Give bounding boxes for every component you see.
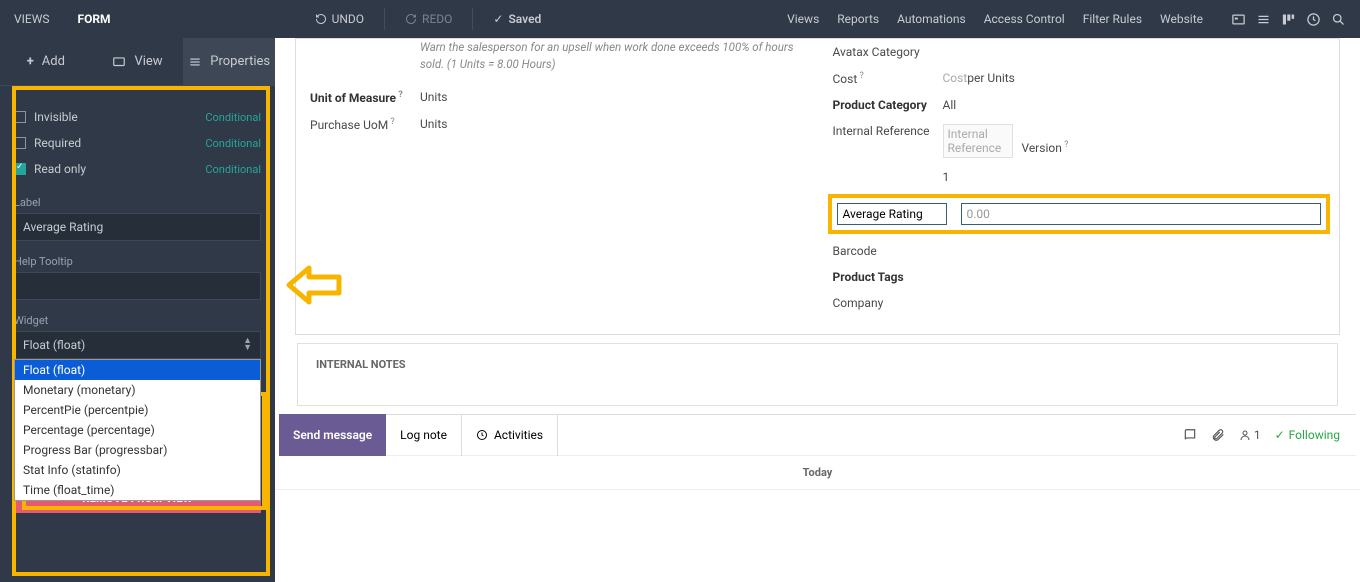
annotation-arrow [284,260,344,314]
barcode-label: Barcode [833,244,943,258]
iref-value[interactable]: Internal Reference Version ? [943,124,1326,158]
cost-value[interactable]: Costper Units [943,71,1326,86]
pcat-value[interactable]: All [943,98,1326,112]
undo-label: UNDO [332,12,364,26]
menu-access[interactable]: Access Control [984,12,1065,26]
notes-title: INTERNAL NOTES [316,358,1319,371]
clock-icon[interactable] [1306,12,1321,27]
readonly-conditional[interactable]: Conditional [205,163,261,176]
kanban-icon[interactable] [1281,12,1296,27]
search-icon[interactable] [1331,12,1346,27]
book-icon[interactable] [1183,428,1197,442]
iref-label: Internal Reference [833,124,943,158]
required-label: Required [34,136,81,150]
readonly-label: Read only [34,162,86,176]
required-conditional[interactable]: Conditional [205,137,261,150]
updown-icon: ▲▼ [243,338,252,352]
widget-field-label: Widget [14,314,261,327]
send-message-button[interactable]: Send message [279,414,386,456]
menu-reports[interactable]: Reports [837,12,879,26]
saved-indicator: ✓Saved [483,0,551,38]
option-monetary[interactable]: Monetary (monetary) [15,380,260,400]
sidetab-add[interactable]: +Add [0,38,92,85]
today-divider: Today [275,456,1360,490]
warn-text: Warn the salesperson for an upsell when … [310,39,803,74]
puom-value[interactable]: Units [420,117,803,132]
followers-count[interactable]: 1 [1239,428,1261,442]
list-icon[interactable] [1256,12,1271,27]
menu-views[interactable]: Views [787,12,819,26]
tab-form[interactable]: FORM [64,0,125,38]
invisible-conditional[interactable]: Conditional [205,111,261,124]
activities-button[interactable]: Activities [462,414,558,456]
option-time[interactable]: Time (float_time) [15,480,260,500]
saved-label: Saved [508,12,541,26]
avatax-label: Avatax Category [833,45,943,59]
sidetab-properties[interactable]: Properties [183,38,275,85]
avg-value[interactable]: 0.00 [961,203,1322,225]
tooltip-field-label: Help Tooltip [14,255,261,268]
log-note-button[interactable]: Log note [386,414,462,456]
menu-filter[interactable]: Filter Rules [1083,12,1142,26]
label-input[interactable] [14,213,261,241]
readonly-checkbox[interactable] [14,163,26,175]
puom-label: Purchase UoM ? [310,117,420,132]
avg-label[interactable]: Average Rating [837,203,947,225]
widget-dropdown: Float (float) Monetary (monetary) Percen… [14,359,261,501]
cost-label: Cost ? [833,71,943,86]
invisible-checkbox[interactable] [14,111,26,123]
option-percentage[interactable]: Percentage (percentage) [15,420,260,440]
widget-select[interactable]: Float (float)▲▼ [14,331,261,359]
attachment-icon[interactable] [1211,428,1225,442]
redo-button[interactable]: REDO [395,0,462,38]
option-statinfo[interactable]: Stat Info (statinfo) [15,460,260,480]
menu-website[interactable]: Website [1160,12,1203,26]
ptags-label: Product Tags [833,270,943,284]
company-label: Company [833,296,943,310]
one-value: 1 [943,170,1326,184]
redo-label: REDO [422,12,452,26]
option-float[interactable]: Float (float) [15,360,260,380]
card-icon[interactable] [1231,12,1246,27]
undo-button[interactable]: UNDO [305,0,374,38]
uom-value[interactable]: Units [420,90,803,105]
label-field-label: Label [14,196,261,209]
sidetab-view[interactable]: View [92,38,184,85]
tooltip-input[interactable] [14,272,261,300]
uom-label: Unit of Measure ? [310,90,420,105]
tab-views[interactable]: VIEWS [0,0,64,38]
option-percentpie[interactable]: PercentPie (percentpie) [15,400,260,420]
following-button[interactable]: ✓ Following [1275,428,1340,442]
menu-automations[interactable]: Automations [897,12,966,26]
pcat-label: Product Category [833,98,943,112]
invisible-label: Invisible [34,110,78,124]
required-checkbox[interactable] [14,137,26,149]
avg-rating-highlight: Average Rating 0.00 [828,194,1331,234]
option-progressbar[interactable]: Progress Bar (progressbar) [15,440,260,460]
internal-notes[interactable]: INTERNAL NOTES [297,343,1338,406]
